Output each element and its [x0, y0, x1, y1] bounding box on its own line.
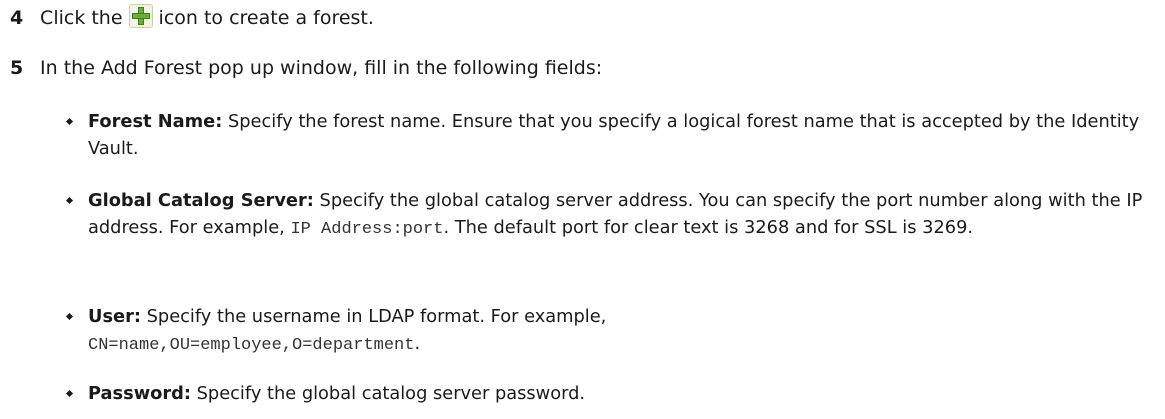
step-text-after: icon to create a forest.	[158, 7, 374, 29]
step-5: 5 In the Add Forest pop up window, fill …	[10, 55, 602, 81]
bullet-icon	[65, 196, 74, 205]
field-description: Specify the global catalog server passwo…	[190, 383, 586, 404]
document-page: 4 Click the icon to create a forest. 5 In…	[0, 0, 1165, 419]
field-description-end: .	[414, 333, 421, 354]
field-term: Global Catalog Server:	[88, 190, 314, 211]
step-text: In the Add Forest pop up window, fill in…	[40, 57, 603, 79]
plus-icon	[128, 4, 153, 28]
field-term: Password:	[88, 383, 191, 404]
field-password: Password: Specify the global catalog ser…	[65, 380, 1158, 407]
step-4: 4 Click the icon to create a forest.	[10, 4, 374, 31]
field-description: Specify the username in LDAP format. For…	[140, 306, 607, 327]
code-example: IP Address:port	[290, 220, 444, 239]
step-text-before: Click the	[40, 7, 123, 29]
step-number: 4	[10, 7, 24, 29]
bullet-icon	[65, 117, 74, 126]
field-term: Forest Name:	[88, 111, 223, 132]
field-forest-name: Forest Name: Specify the forest name. En…	[65, 108, 1156, 162]
bullet-icon	[65, 389, 74, 398]
field-description: Specify the forest name. Ensure that you…	[88, 111, 1140, 159]
field-term: User:	[88, 306, 141, 327]
step-number: 5	[10, 57, 24, 79]
code-example: CN=name,OU=employee,O=department	[88, 336, 415, 355]
bullet-icon	[65, 312, 74, 321]
field-user: User: Specify the username in LDAP forma…	[65, 303, 1158, 359]
field-description-end: . The default port for clear text is 326…	[443, 217, 974, 238]
field-global-catalog-server: Global Catalog Server: Specify the globa…	[65, 187, 1158, 243]
